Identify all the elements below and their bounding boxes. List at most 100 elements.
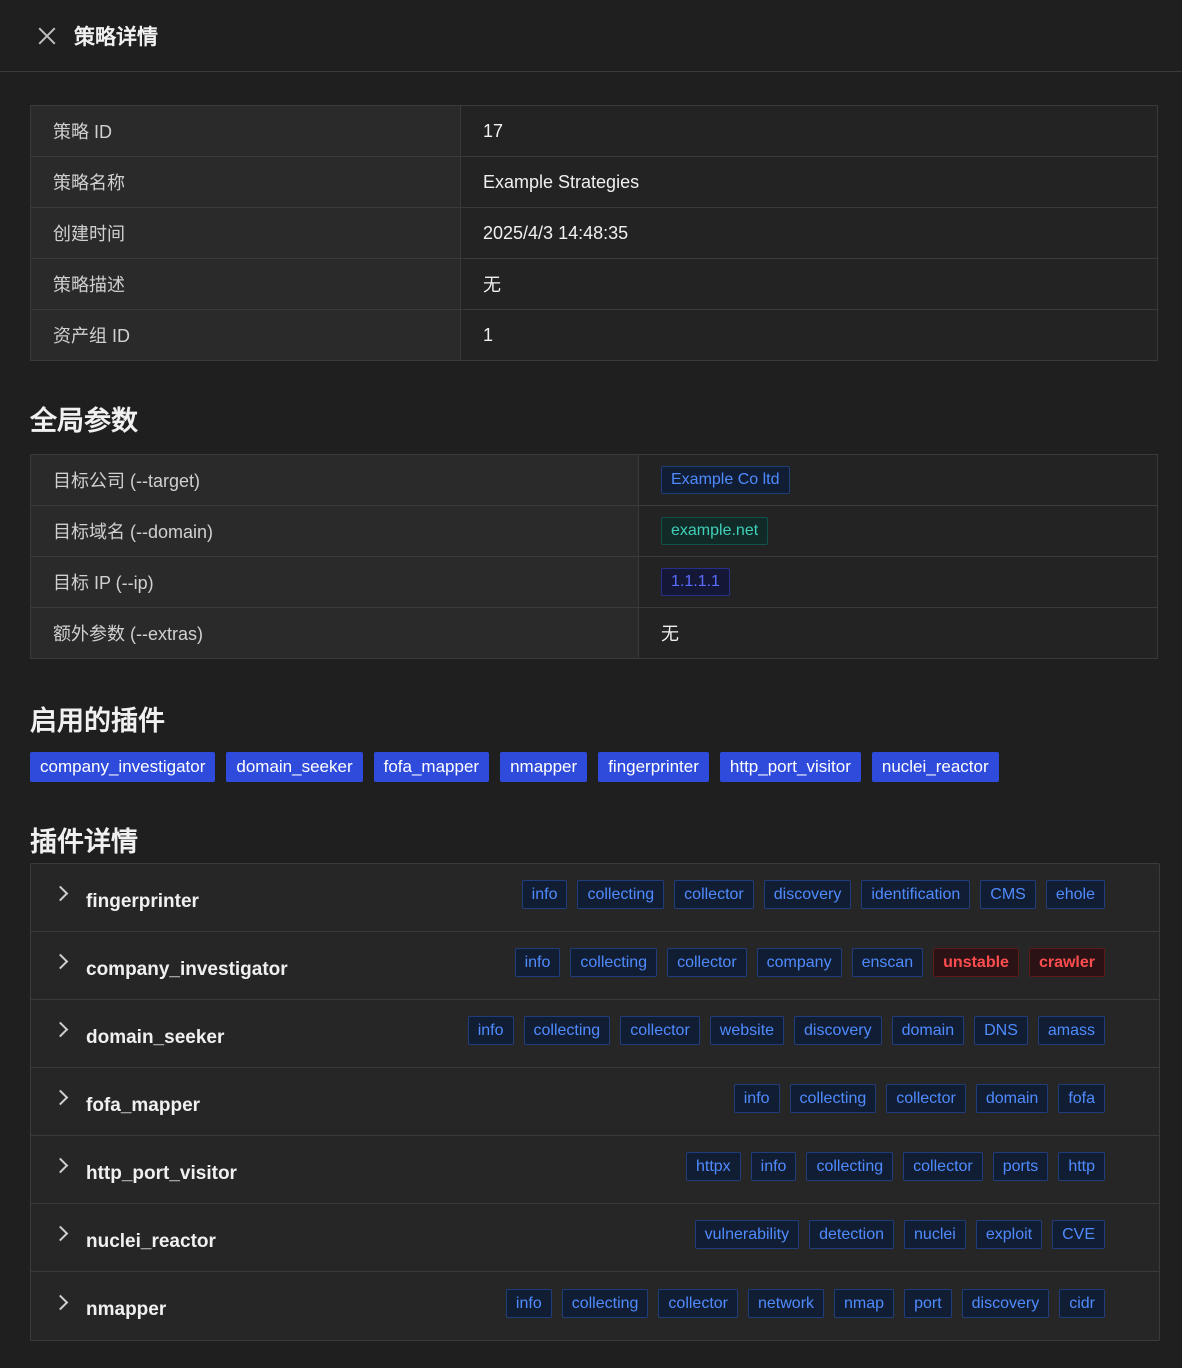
plugin-tag: info bbox=[505, 1288, 552, 1318]
chevron-right-icon[interactable] bbox=[52, 1021, 69, 1038]
enabled-plugin-tag[interactable]: fingerprinter bbox=[598, 752, 709, 782]
param-tag: 1.1.1.1 bbox=[661, 568, 730, 596]
close-icon[interactable] bbox=[36, 25, 58, 47]
plugin-tag: nuclei bbox=[904, 1220, 966, 1249]
plugin-tag: identification bbox=[861, 880, 971, 909]
plugin-name: fofa_mapper bbox=[86, 1094, 201, 1116]
plugin-panel-header[interactable]: company_investigator info collecting collec… bbox=[31, 932, 1159, 1000]
plugin-panel-header[interactable]: http_port_visitor httpx info collecting coll… bbox=[31, 1136, 1159, 1204]
plugin-name: domain_seeker bbox=[86, 1026, 225, 1048]
plugin-tags: info collecting collector network nmap port di… bbox=[505, 1288, 1105, 1318]
chevron-right-icon[interactable] bbox=[52, 885, 69, 902]
plugin-tag: port bbox=[904, 1288, 952, 1318]
info-row: 策略名称 Example Strategies bbox=[30, 156, 1158, 208]
chevron-right-icon[interactable] bbox=[52, 1294, 69, 1310]
drawer-body: 策略 ID 17 策略名称 Example Strategies 创建时间 2025/4/… bbox=[0, 72, 1182, 1341]
plugin-tag: CMS bbox=[980, 880, 1036, 909]
plugin-tag: discovery bbox=[763, 880, 852, 909]
enabled-plugins-heading: 启用的插件 bbox=[30, 706, 165, 736]
strategy-info-table: 策略 ID 17 策略名称 Example Strategies 创建时间 2025/4/… bbox=[30, 105, 1158, 361]
info-label: 资产组 ID bbox=[30, 309, 461, 361]
plugin-tag: fofa bbox=[1058, 1084, 1105, 1113]
plugin-tag: collecting bbox=[570, 948, 658, 977]
drawer-header: 策略详情 bbox=[0, 0, 1182, 72]
plugin-tag: DNS bbox=[974, 1016, 1028, 1045]
plugin-tag: detection bbox=[809, 1220, 895, 1249]
global-param-value: 1.1.1.1 bbox=[638, 556, 1158, 608]
chevron-right-icon[interactable] bbox=[52, 953, 69, 970]
enabled-plugin-tag[interactable]: nmapper bbox=[500, 752, 588, 782]
chevron-right-icon[interactable] bbox=[52, 1089, 69, 1106]
global-param-label: 目标公司 (--target) bbox=[30, 454, 639, 506]
global-param-row: 目标 IP (--ip) 1.1.1.1 bbox=[30, 556, 1158, 608]
plugin-panel-header[interactable]: domain_seeker info collecting collector webs… bbox=[31, 1000, 1159, 1068]
plugin-tag: discovery bbox=[794, 1016, 882, 1045]
plugin-tag: vulnerability bbox=[694, 1220, 800, 1249]
global-params-table: 目标公司 (--target) Example Co ltd 目标域名 (--dom… bbox=[30, 454, 1158, 659]
plugin-tag: info bbox=[467, 1016, 514, 1045]
plugin-tags: info collecting collector website discovery d… bbox=[467, 1016, 1105, 1045]
enabled-plugins-list: company_investigator domain_seeker fofa_ma… bbox=[30, 752, 1158, 782]
plugin-tags: info collecting collector discovery identifi… bbox=[521, 880, 1105, 909]
plugin-tag: collector bbox=[667, 948, 747, 977]
enabled-plugin-tag[interactable]: nuclei_reactor bbox=[871, 752, 999, 782]
plugin-panel-header[interactable]: nmapper info collecting collector network nma… bbox=[31, 1272, 1159, 1340]
plugin-tags: info collecting collector domain fofa bbox=[733, 1084, 1105, 1113]
plugin-tag: discovery bbox=[961, 1288, 1050, 1318]
plugin-tag: CVE bbox=[1052, 1220, 1105, 1249]
global-param-row: 目标域名 (--domain) example.net bbox=[30, 505, 1158, 557]
plugin-tag: enscan bbox=[851, 948, 924, 977]
plugin-details-collapse: fingerprinter info collecting collector disc… bbox=[30, 863, 1160, 1341]
enabled-plugin-tag[interactable]: company_investigator bbox=[30, 752, 216, 782]
info-row: 策略 ID 17 bbox=[30, 105, 1158, 157]
global-param-row: 目标公司 (--target) Example Co ltd bbox=[30, 454, 1158, 506]
plugin-tag: network bbox=[748, 1288, 825, 1318]
plugin-tag: httpx bbox=[685, 1152, 741, 1181]
plugin-tag: collecting bbox=[577, 880, 665, 909]
plugin-panel-header[interactable]: fingerprinter info collecting collector disc… bbox=[31, 864, 1159, 932]
plugin-tag: domain bbox=[891, 1016, 965, 1045]
plugin-panel-header[interactable]: fofa_mapper info collecting collector domain… bbox=[31, 1068, 1159, 1136]
plugin-tag: http bbox=[1058, 1152, 1105, 1181]
info-label: 创建时间 bbox=[30, 207, 461, 259]
drawer-title: 策略详情 bbox=[74, 25, 158, 49]
global-param-label: 额外参数 (--extras) bbox=[30, 607, 639, 659]
chevron-right-icon[interactable] bbox=[52, 1225, 69, 1242]
global-param-row: 额外参数 (--extras) 无 bbox=[30, 607, 1158, 659]
plugin-tags: vulnerability detection nuclei exploit CVE bbox=[694, 1220, 1105, 1249]
info-label: 策略 ID bbox=[30, 105, 461, 157]
plugin-tag: ports bbox=[992, 1152, 1049, 1181]
info-value: Example Strategies bbox=[460, 156, 1158, 208]
enabled-plugin-tag[interactable]: domain_seeker bbox=[226, 752, 363, 782]
plugin-tag: nmap bbox=[834, 1288, 895, 1318]
plugin-tag: collector bbox=[903, 1152, 983, 1181]
enabled-plugin-tag[interactable]: fofa_mapper bbox=[373, 752, 490, 782]
plugin-details-heading: 插件详情 bbox=[30, 827, 138, 857]
plugin-tag: ehole bbox=[1045, 880, 1105, 909]
param-tag: example.net bbox=[661, 517, 769, 545]
plugin-tag: cidr bbox=[1059, 1288, 1105, 1318]
enabled-plugin-tag[interactable]: http_port_visitor bbox=[719, 752, 861, 782]
plugin-tag: collector bbox=[620, 1016, 700, 1045]
plugin-tag: amass bbox=[1037, 1016, 1105, 1045]
plugin-tag: info bbox=[733, 1084, 780, 1113]
plugin-name: http_port_visitor bbox=[86, 1162, 237, 1184]
plugin-tag: collecting bbox=[523, 1016, 611, 1045]
info-row: 创建时间 2025/4/3 14:48:35 bbox=[30, 207, 1158, 259]
plugin-tag: domain bbox=[975, 1084, 1049, 1113]
plugin-tag: collecting bbox=[806, 1152, 894, 1181]
param-tag: Example Co ltd bbox=[661, 466, 790, 494]
info-row: 策略描述无 bbox=[30, 258, 1158, 310]
info-value: 17 bbox=[460, 105, 1158, 157]
global-param-value: 无 bbox=[638, 607, 1158, 659]
plugin-tag: company bbox=[756, 948, 842, 977]
plugin-name: nmapper bbox=[86, 1299, 167, 1320]
plugin-tag: crawler bbox=[1028, 948, 1105, 977]
plugin-name: company_investigator bbox=[86, 958, 288, 980]
plugin-tag: collecting bbox=[561, 1288, 649, 1318]
plugin-name: fingerprinter bbox=[86, 890, 199, 912]
global-param-label: 目标域名 (--domain) bbox=[30, 505, 639, 557]
chevron-right-icon[interactable] bbox=[52, 1157, 69, 1174]
plugin-tag: info bbox=[750, 1152, 797, 1181]
plugin-panel-header[interactable]: nuclei_reactor vulnerability detection nucl… bbox=[31, 1204, 1159, 1272]
